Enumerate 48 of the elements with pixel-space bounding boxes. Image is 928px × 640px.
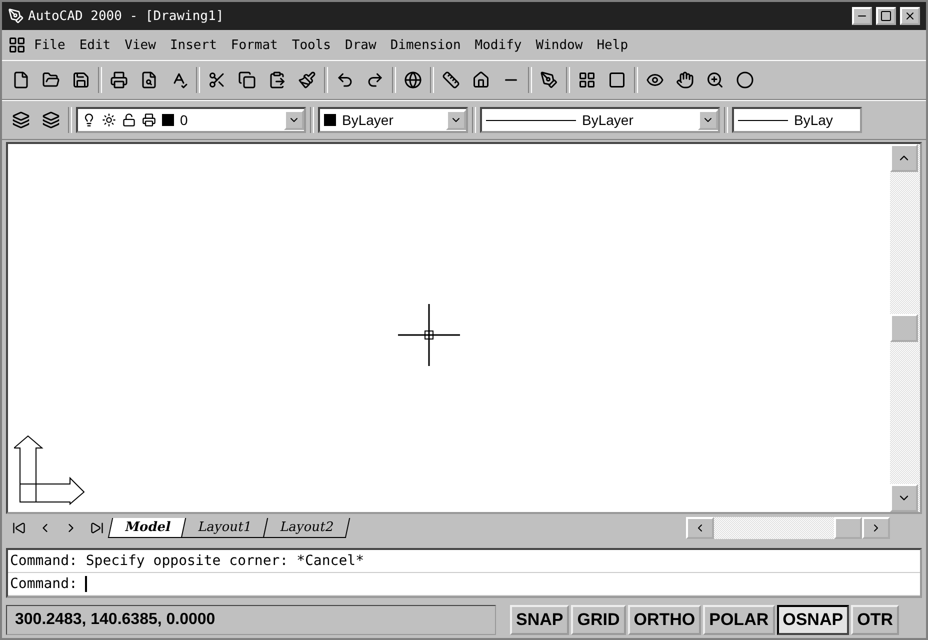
layer-dropdown[interactable]: 0: [76, 107, 306, 133]
status-toggle-button[interactable]: GRID: [571, 605, 626, 635]
menu-item[interactable]: Format: [224, 36, 284, 54]
scroll-thumb[interactable]: [890, 314, 918, 342]
menu-item[interactable]: Edit: [73, 36, 117, 54]
menu-item[interactable]: Draw: [339, 36, 382, 54]
status-toggle-button[interactable]: ORTHO: [628, 605, 702, 635]
menu-item[interactable]: Window: [530, 36, 589, 54]
window-title: AutoCAD 2000 - [Drawing1]: [28, 8, 225, 24]
lineweight-dropdown[interactable]: ByLay: [732, 107, 862, 133]
linetype-dropdown[interactable]: ByLayer: [480, 107, 720, 133]
menu-item[interactable]: Insert: [164, 36, 223, 54]
text-cursor: [85, 576, 88, 592]
menu-item[interactable]: Modify: [468, 36, 528, 54]
coordinates-readout: 300.2483, 140.6385, 0.0000: [6, 605, 496, 635]
status-toggle-button[interactable]: OTR: [851, 605, 899, 635]
command-history-line: Command: Specify opposite corner: *Cancel*: [10, 553, 366, 569]
document-icon[interactable]: [8, 36, 26, 54]
scroll-thumb[interactable]: [834, 517, 862, 539]
maximize-icon: [880, 10, 892, 22]
color-swatch: [162, 114, 174, 126]
status-toggle-button[interactable]: POLAR: [703, 605, 775, 635]
minimize-button[interactable]: [852, 7, 872, 25]
close-button[interactable]: [900, 7, 920, 25]
first-icon: [12, 521, 26, 535]
status-toggle-button[interactable]: OSNAP: [776, 605, 850, 635]
maximize-button[interactable]: [876, 7, 896, 25]
printer-icon: [142, 113, 156, 127]
menu-item[interactable]: Tools: [286, 36, 338, 54]
ucs-axis-icon: [14, 434, 86, 506]
status-toggle-button[interactable]: SNAP: [510, 605, 570, 635]
layout-tab[interactable]: Layout1: [181, 518, 269, 538]
layout-tab[interactable]: Model: [108, 518, 188, 538]
lightbulb-icon: [82, 113, 96, 127]
menu-item[interactable]: File: [28, 36, 72, 54]
menu-item[interactable]: View: [118, 36, 162, 54]
app-logo-icon: [8, 8, 24, 24]
menu-item[interactable]: Help: [590, 36, 634, 54]
last-icon: [90, 521, 104, 535]
color-dropdown[interactable]: ByLayer: [318, 107, 468, 133]
layout-tab[interactable]: Layout2: [262, 518, 350, 538]
command-prompt: Command:: [10, 576, 78, 592]
crosshair-cursor-icon: [398, 304, 460, 366]
sun-icon: [102, 113, 116, 127]
menu-item[interactable]: Dimension: [384, 36, 467, 54]
close-icon: [904, 10, 916, 22]
color-swatch: [324, 114, 336, 126]
unlocked-icon: [122, 113, 136, 127]
